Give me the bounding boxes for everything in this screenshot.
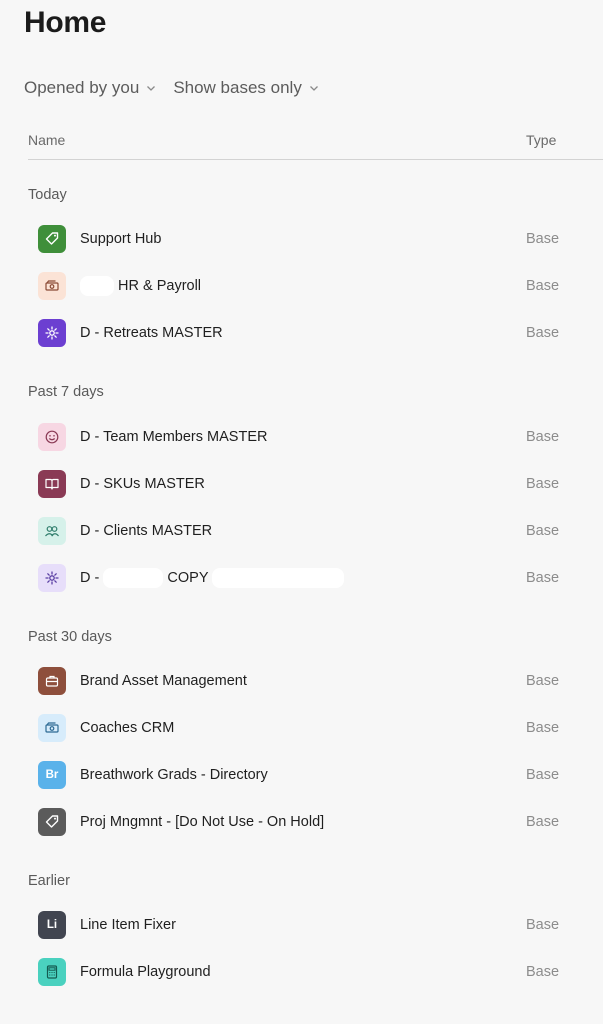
users-icon bbox=[38, 516, 66, 545]
section-label-past-30-days: Past 30 days bbox=[28, 629, 112, 645]
name-column-header[interactable]: Name bbox=[28, 132, 65, 148]
base-row-formula-playground[interactable]: Formula Playground Base bbox=[28, 948, 603, 995]
type-column-header[interactable]: Type bbox=[526, 132, 556, 148]
base-type: Base bbox=[526, 230, 560, 247]
smile-icon bbox=[38, 422, 66, 451]
redacted-text bbox=[212, 567, 345, 588]
base-row-brand-asset[interactable]: Brand Asset Management Base bbox=[28, 657, 603, 704]
money-icon bbox=[38, 271, 66, 300]
briefcase-icon bbox=[38, 666, 66, 695]
opened-by-filter-label: Opened by you bbox=[24, 78, 140, 97]
icon-text: Li bbox=[46, 918, 58, 931]
book-icon bbox=[38, 469, 66, 498]
li-text-icon: Li bbox=[38, 910, 66, 939]
base-type: Base bbox=[526, 963, 560, 980]
page-title: Home bbox=[24, 6, 107, 39]
base-type: Base bbox=[526, 916, 560, 933]
base-name-middle: COPY bbox=[167, 569, 209, 586]
base-name: Coaches CRM bbox=[80, 719, 175, 736]
br-text-icon: Br bbox=[38, 760, 66, 789]
section-label-today: Today bbox=[28, 187, 67, 203]
base-name: Support Hub bbox=[80, 230, 162, 247]
gear-icon bbox=[38, 318, 66, 347]
base-row-copy[interactable]: D - COPY Base bbox=[28, 554, 603, 601]
redacted-text bbox=[103, 567, 164, 588]
base-type: Base bbox=[526, 766, 560, 783]
gear-icon bbox=[38, 563, 66, 592]
filter-bar: Opened by you Show bases only bbox=[24, 78, 320, 98]
base-name: Brand Asset Management bbox=[80, 672, 247, 689]
base-row-line-item-fixer[interactable]: Li Line Item Fixer Base bbox=[28, 901, 603, 948]
base-type: Base bbox=[526, 475, 560, 492]
bases-only-filter[interactable]: Show bases only bbox=[173, 78, 320, 98]
base-type: Base bbox=[526, 324, 560, 341]
home-page: Home Opened by you Show bases only Name … bbox=[0, 0, 603, 1024]
column-header: Name Type bbox=[28, 130, 603, 160]
section-label-past-7-days: Past 7 days bbox=[28, 384, 104, 400]
base-row-proj-mngmnt[interactable]: Proj Mngmnt - [Do Not Use - On Hold] Bas… bbox=[28, 798, 603, 845]
tag-icon bbox=[38, 224, 66, 253]
base-name: Formula Playground bbox=[80, 963, 211, 980]
base-name: Breathwork Grads - Directory bbox=[80, 766, 268, 783]
base-name: Line Item Fixer bbox=[80, 916, 176, 933]
redacted-text bbox=[80, 275, 114, 296]
base-row-coaches-crm[interactable]: Coaches CRM Base bbox=[28, 704, 603, 751]
base-name-suffix: HR & Payroll bbox=[118, 277, 202, 294]
base-type: Base bbox=[526, 277, 560, 294]
base-name: D - SKUs MASTER bbox=[80, 475, 205, 492]
base-row-retreats[interactable]: D - Retreats MASTER Base bbox=[28, 309, 603, 356]
base-name: D - Retreats MASTER bbox=[80, 324, 223, 341]
base-row-breathwork[interactable]: Br Breathwork Grads - Directory Base bbox=[28, 751, 603, 798]
base-row-team-members[interactable]: D - Team Members MASTER Base bbox=[28, 413, 603, 460]
base-name: Proj Mngmnt - [Do Not Use - On Hold] bbox=[80, 813, 325, 830]
tag-icon bbox=[38, 807, 66, 836]
icon-text: Br bbox=[45, 768, 59, 781]
base-name-prefix: D - bbox=[80, 569, 100, 586]
base-row-clients[interactable]: D - Clients MASTER Base bbox=[28, 507, 603, 554]
money-icon bbox=[38, 713, 66, 742]
base-type: Base bbox=[526, 569, 560, 586]
base-row-support-hub[interactable]: Support Hub Base bbox=[28, 215, 603, 262]
base-type: Base bbox=[526, 672, 560, 689]
base-name: D - Clients MASTER bbox=[80, 522, 213, 539]
base-row-hr-payroll[interactable]: HR & Payroll Base bbox=[28, 262, 603, 309]
base-type: Base bbox=[526, 522, 560, 539]
base-type: Base bbox=[526, 428, 560, 445]
chevron-down-icon bbox=[147, 86, 156, 91]
bases-only-filter-label: Show bases only bbox=[173, 78, 302, 97]
base-name: HR & Payroll bbox=[80, 275, 202, 296]
base-row-skus[interactable]: D - SKUs MASTER Base bbox=[28, 460, 603, 507]
base-type: Base bbox=[526, 813, 560, 830]
section-label-earlier: Earlier bbox=[28, 873, 70, 889]
opened-by-filter[interactable]: Opened by you bbox=[24, 78, 157, 98]
chevron-down-icon bbox=[309, 86, 318, 91]
base-name: D - Team Members MASTER bbox=[80, 428, 268, 445]
calculator-icon bbox=[38, 957, 66, 986]
base-name: D - COPY bbox=[80, 567, 345, 588]
base-type: Base bbox=[526, 719, 560, 736]
